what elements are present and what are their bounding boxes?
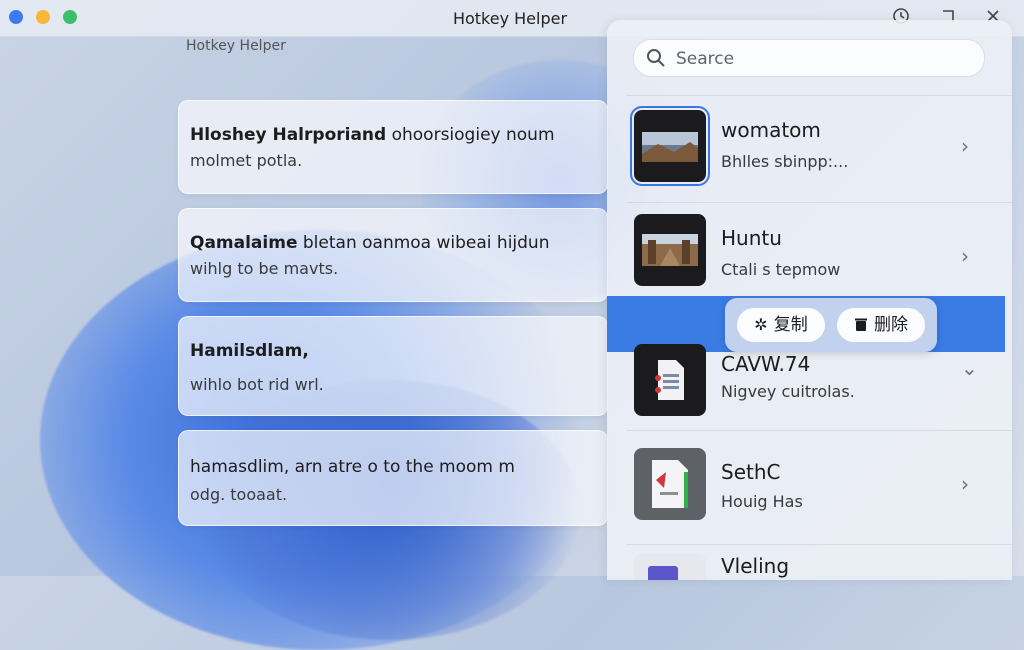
item-description: Ctali s tepmow (721, 260, 841, 279)
divider (627, 430, 1012, 431)
app-subtitle: Hotkey Helper (186, 38, 286, 54)
search-bar[interactable]: Searce (633, 39, 985, 77)
file-thumbnail (634, 344, 706, 416)
item-title: Huntu (721, 226, 782, 250)
file-thumbnail (634, 554, 706, 580)
landscape-image-icon (642, 132, 698, 162)
item-title: Vleling (721, 554, 790, 578)
chevron-down-icon[interactable]: ⌄ (961, 356, 978, 380)
item-title: womatom (721, 118, 821, 142)
card-title-rest: ohoorsiogiey noum (386, 125, 555, 145)
chevron-right-icon[interactable]: › (961, 244, 969, 268)
item-title: CAVW.74 (721, 352, 811, 376)
card-title: Hloshey Halrporiand (190, 125, 387, 145)
file-thumbnail (634, 448, 706, 520)
search-icon (647, 49, 665, 67)
snippet-card[interactable]: Qamalaime bletan oanmoa wibeai hijdun wi… (178, 208, 608, 302)
card-subtitle: wihlg to be mavts. (190, 259, 339, 278)
ruins-image-icon (642, 234, 698, 266)
snippet-card[interactable]: Hloshey Halrporiand ohoorsiogiey noum mo… (178, 100, 608, 194)
image-thumbnail (630, 106, 710, 186)
card-subtitle: wihlo bot rid wrl. (190, 375, 324, 394)
item-description: Nigvey cuitrolas. (721, 382, 855, 401)
delete-label: 删除 (874, 315, 908, 335)
list-item[interactable]: Vleling (607, 544, 1012, 580)
card-title-rest: bletan oanmoa wibeai hijdun (297, 233, 550, 253)
snippet-card[interactable]: hamasdlim, arn atre o to the moom m odg.… (178, 430, 608, 526)
pdf-icon (652, 460, 688, 508)
item-title: SethC (721, 460, 781, 484)
card-subtitle: odg. tooaat. (190, 485, 288, 504)
copy-label: 复制 (773, 315, 808, 335)
document-icon (655, 360, 684, 400)
item-description: Houig Has (721, 492, 803, 511)
clipboard-panel: Searce womatom Bhlles sbinpp:... › Huntu… (607, 20, 1012, 580)
list-item[interactable]: SethC Houig Has › (607, 432, 1012, 538)
card-title-rest: hamasdlim, arn atre o to the moom m (190, 457, 515, 477)
chevron-right-icon[interactable]: › (961, 472, 969, 496)
chevron-right-icon[interactable]: › (961, 134, 969, 158)
card-title: Qamalaime (190, 233, 298, 253)
search-input[interactable]: Searce (676, 49, 734, 69)
item-description: Bhlles sbinpp:... (721, 152, 849, 171)
card-title: Hamilsdlam, (190, 341, 309, 361)
image-thumbnail (634, 214, 706, 286)
folder-icon (648, 566, 678, 580)
list-item[interactable]: Huntu Ctali s tepmow › (607, 202, 1012, 308)
list-item[interactable]: CAVW.74 Nigvey cuitrolas. ⌄ (607, 334, 1012, 440)
snippet-card[interactable]: Hamilsdlam, wihlo bot rid wrl. (178, 316, 608, 416)
list-item[interactable]: womatom Bhlles sbinpp:... › (607, 96, 1012, 202)
card-subtitle: molmet potla. (190, 151, 303, 170)
